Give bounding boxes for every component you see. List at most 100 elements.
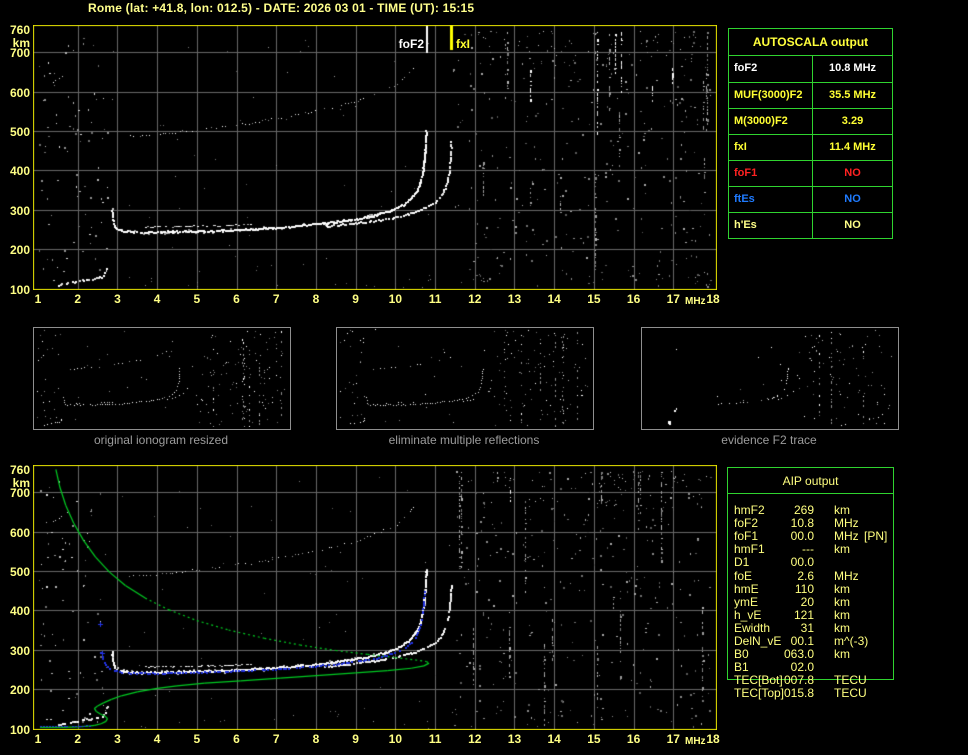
- x-tick-2mhz: 2: [74, 292, 82, 306]
- aip-param-label: ymE: [734, 594, 758, 609]
- aip-param-unit: MHz: [834, 529, 859, 544]
- autoscala-param-value: 35.5 MHz: [828, 89, 877, 101]
- aip-row-hme: hmE 110 km: [728, 581, 893, 596]
- x-tick-5mhz: 5: [193, 292, 201, 306]
- aip-param-label: foF1: [734, 529, 759, 544]
- y-tick-300km: 300: [9, 203, 30, 218]
- autoscala-row-fof1: foF1 NO: [729, 160, 892, 186]
- aip-param-value: 00.1: [790, 634, 814, 648]
- x-tick-9mhz: 9: [352, 292, 359, 306]
- y-axis-unit-km: km: [12, 476, 30, 490]
- x-tick-12mhz: 12: [468, 292, 482, 306]
- thumbnail-caption-evidence: evidence F2 trace: [721, 433, 817, 447]
- aip-row-foe: foE 2.6 MHz: [728, 568, 893, 583]
- autoscala-table-header: AUTOSCALA output: [729, 29, 892, 56]
- x-tick-11mhz: 11: [428, 292, 442, 306]
- aip-param-unit: m^(-3): [834, 634, 869, 648]
- fof2-marker-label: foF2: [398, 37, 424, 51]
- x-tick-13mhz: 13: [507, 292, 522, 306]
- aip-row-fof1: foF1 00.0 MHz [PN]: [728, 530, 893, 543]
- autoscala-output-table: AUTOSCALA output foF2 10.8 MHz MUF(3000)F2…: [728, 28, 893, 239]
- aip-param-value: 269: [793, 503, 814, 517]
- thumbnail-eliminate-canvas: [337, 328, 591, 427]
- autoscala-param-value: 3.29: [841, 115, 864, 127]
- y-tick-200km: 200: [9, 243, 30, 258]
- y-tick-500km: 500: [9, 564, 30, 579]
- y-tick-500km: 500: [9, 124, 30, 139]
- aip-row-b1: B1 02.0: [728, 661, 893, 674]
- aip-param-value: 110: [794, 581, 814, 596]
- aip-param-value: 007.8: [783, 673, 814, 688]
- aip-row-hmf2: hmF2 269 km: [728, 504, 893, 517]
- aip-row-b0: B0 063.0 km: [728, 648, 893, 661]
- aip-row-d1: D1 00.0: [728, 556, 893, 569]
- x-tick-10mhz: 10: [388, 732, 403, 746]
- x-axis-unit-mhz: MHz: [685, 736, 706, 747]
- aip-param-unit: TECU: [834, 673, 867, 688]
- x-tick-2mhz: 2: [74, 732, 82, 746]
- x-tick-5mhz: 5: [193, 732, 201, 746]
- aip-param-unit: km: [834, 503, 850, 517]
- page-title: Rome (lat: +41.8, lon: 012.5) - DATE: 20…: [88, 1, 475, 15]
- autoscala-param-label: h'Es: [729, 213, 813, 238]
- x-tick-14mhz: 14: [547, 292, 561, 306]
- autoscala-row-muf3000f2: MUF(3000)F2 35.5 MHz: [729, 82, 892, 108]
- y-tick-760km: 760: [9, 22, 30, 37]
- aip-param-value: 121: [793, 607, 814, 622]
- autoscala-row-hes: h'Es NO: [729, 212, 892, 238]
- x-tick-8mhz: 8: [312, 732, 320, 746]
- x-tick-17mhz: 17: [666, 732, 680, 746]
- aip-param-unit: km: [834, 594, 850, 609]
- aip-param-unit: km: [834, 581, 850, 596]
- autoscala-param-label: M(3000)F2: [729, 109, 813, 134]
- aip-param-unit: km: [834, 542, 850, 557]
- aip-row-fof2: foF2 10.8 MHz: [728, 517, 893, 530]
- y-tick-400km: 400: [9, 164, 30, 179]
- x-tick-17mhz: 17: [666, 292, 680, 306]
- autoscala-param-label: ftEs: [729, 187, 813, 212]
- x-tick-8mhz: 8: [312, 292, 320, 306]
- x-tick-12mhz: 12: [468, 732, 482, 746]
- x-tick-6mhz: 6: [233, 732, 240, 746]
- aip-param-label: B0: [734, 647, 749, 662]
- aip-param-unit: km: [834, 620, 850, 635]
- aip-param-label: foE: [734, 568, 753, 583]
- y-tick-200km: 200: [9, 683, 30, 698]
- y-tick-600km: 600: [9, 85, 30, 100]
- y-tick-600km: 600: [9, 525, 30, 540]
- aip-row-yme: ymE 20 km: [728, 594, 893, 609]
- autoscala-param-value: NO: [844, 167, 861, 179]
- aip-param-value: 31: [800, 620, 814, 635]
- x-tick-6mhz: 6: [233, 292, 240, 306]
- autoscala-param-label: foF1: [729, 161, 813, 186]
- aip-param-unit: TECU: [834, 686, 867, 701]
- aip-row-delnve: DelN_vE 00.1 m^(-3): [728, 635, 893, 648]
- aip-param-unit: km: [834, 607, 850, 622]
- aip-param-value: 015.8: [783, 686, 814, 701]
- autoscala-table-rows: foF2 10.8 MHz MUF(3000)F2 35.5 MHz M(3000)F2…: [729, 56, 892, 238]
- aip-param-flag: [PN]: [864, 529, 888, 544]
- autoscala-param-value: NO: [844, 219, 861, 231]
- aip-table-header: AIP output: [728, 468, 893, 494]
- x-tick-11mhz: 11: [428, 732, 442, 746]
- autoscala-row-m3000f2: M(3000)F2 3.29: [729, 108, 892, 134]
- y-tick-400km: 400: [9, 604, 30, 619]
- thumbnail-eliminate-reflections: [336, 327, 594, 430]
- thumbnail-evidence-canvas: [642, 328, 896, 427]
- fxi-marker-label: fxI: [456, 37, 471, 51]
- aip-row-hmf1: hmF1 --- km: [728, 543, 893, 556]
- autoscala-row-ftes: ftEs NO: [729, 186, 892, 212]
- aip-param-unit: MHz: [834, 568, 859, 583]
- aip-param-label: B1: [734, 660, 749, 675]
- x-tick-16mhz: 16: [626, 292, 641, 306]
- x-tick-4mhz: 4: [153, 292, 161, 306]
- autoscala-param-label: MUF(3000)F2: [729, 83, 813, 108]
- x-axis-unit-mhz: MHz: [685, 296, 706, 307]
- autoscala-param-value: 11.4 MHz: [829, 141, 876, 153]
- autoscala-param-label: fxI: [729, 135, 813, 160]
- aip-param-unit: km: [834, 647, 850, 662]
- aip-param-value: 00.0: [790, 555, 814, 570]
- x-tick-7mhz: 7: [272, 292, 280, 306]
- thumbnail-evidence-f2: [641, 327, 899, 430]
- aip-param-unit: MHz: [834, 516, 859, 531]
